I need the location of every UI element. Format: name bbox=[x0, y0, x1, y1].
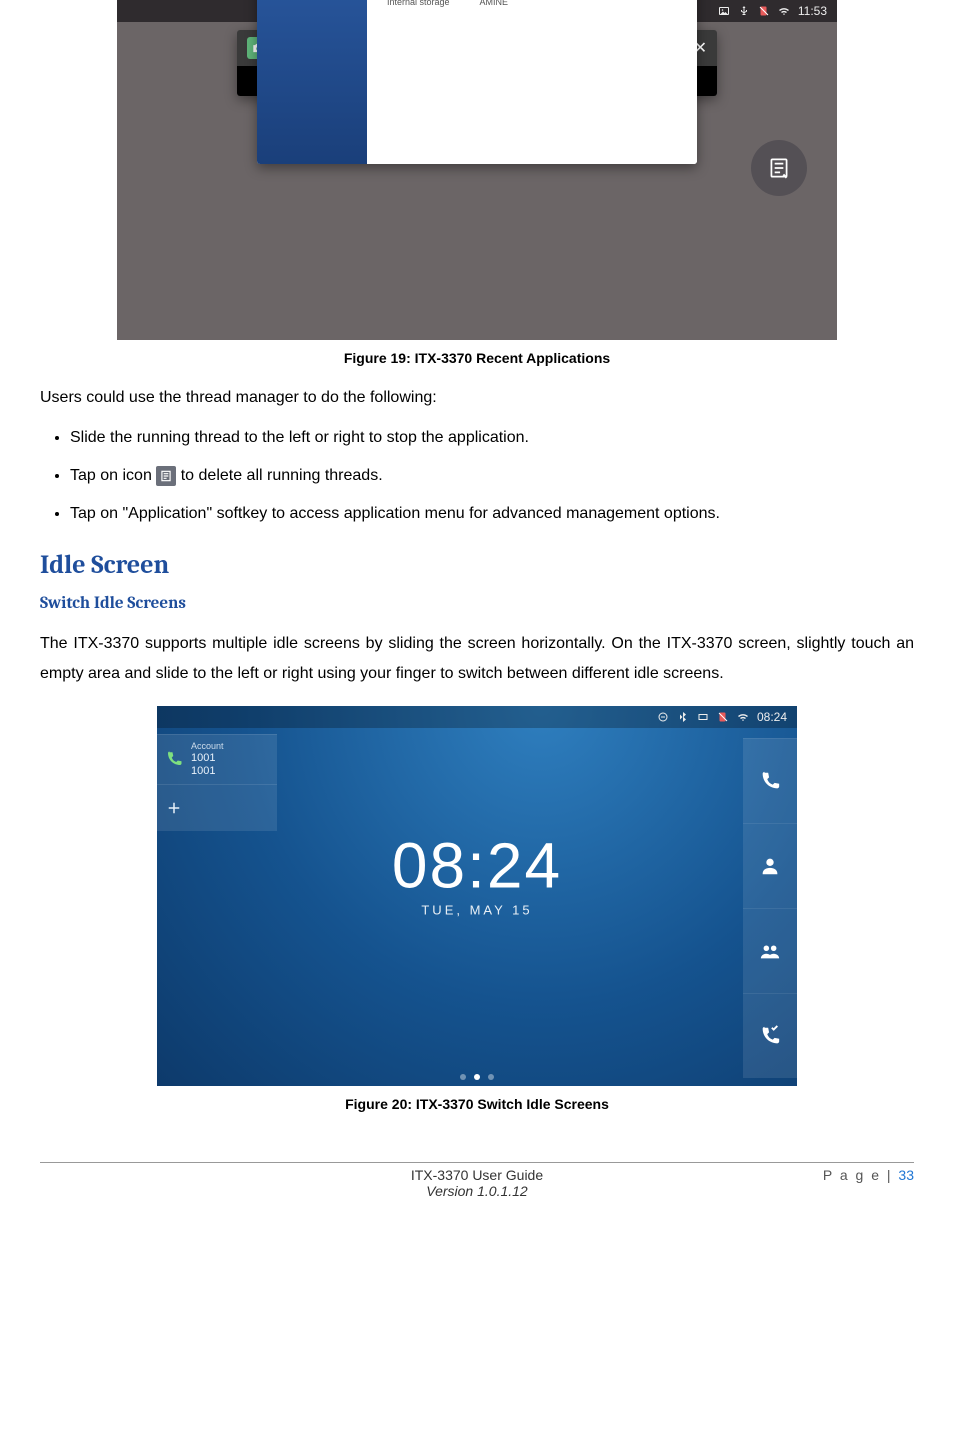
bullet-list: Slide the running thread to the left or … bbox=[40, 426, 914, 526]
bluetooth-icon bbox=[677, 711, 689, 723]
page-indicator bbox=[460, 1074, 494, 1080]
file-item[interactable]: AMINE bbox=[480, 0, 509, 7]
shortcut-voicemail[interactable] bbox=[743, 993, 797, 1078]
shortcut-dial[interactable] bbox=[743, 738, 797, 823]
status-time: 08:24 bbox=[757, 710, 787, 724]
bullet-item: Tap on icon to delete all running thread… bbox=[70, 464, 914, 488]
delete-threads-icon bbox=[156, 466, 176, 486]
wifi-icon bbox=[778, 5, 790, 17]
figure-caption: Figure 19: ITX-3370 Recent Applications bbox=[40, 350, 914, 366]
no-sim-icon bbox=[717, 711, 729, 723]
status-time: 11:53 bbox=[798, 4, 827, 18]
right-shortcut-bar bbox=[743, 738, 797, 1078]
subsection-heading: Switch Idle Screens bbox=[40, 594, 914, 613]
file-item[interactable]: Internal storage bbox=[387, 0, 450, 7]
page-number: 33 bbox=[898, 1167, 914, 1183]
paragraph: The ITX-3370 supports multiple idle scre… bbox=[40, 629, 914, 690]
clock-date: TUE, MAY 15 bbox=[392, 902, 562, 917]
phone-icon bbox=[165, 750, 183, 768]
do-not-disturb-icon bbox=[657, 711, 669, 723]
bullet-item: Tap on "Application" softkey to access a… bbox=[70, 502, 914, 526]
page-footer: ITX-3370 User Guide Version 1.0.1.12 P a… bbox=[40, 1167, 914, 1199]
account-row[interactable]: Account 1001 1001 bbox=[157, 734, 277, 784]
section-heading: Idle Screen bbox=[40, 550, 914, 580]
footer-title: ITX-3370 User Guide bbox=[160, 1167, 794, 1183]
clear-all-fab[interactable] bbox=[751, 140, 807, 196]
shortcut-conference[interactable] bbox=[743, 908, 797, 993]
figure-20-idle-screen: 08:24 Account 1001 1001 08:24 TUE, MAY 1… bbox=[157, 706, 797, 1086]
picture-icon bbox=[718, 5, 730, 17]
status-bar: 08:24 bbox=[157, 706, 797, 728]
usb-icon bbox=[738, 5, 750, 17]
intro-text: Users could use the thread manager to do… bbox=[40, 386, 914, 410]
recent-app-card-filemanager[interactable]: Audio Video File Manager ✕ Internal stor… bbox=[257, 0, 697, 164]
file-manager-sidebar: Audio Video bbox=[257, 0, 367, 164]
figure-19-recent-apps: 11:53 Camera ✕ Audio Video bbox=[117, 0, 837, 340]
clock-widget: 08:24 TUE, MAY 15 bbox=[392, 828, 562, 917]
account-panel: Account 1001 1001 bbox=[157, 734, 277, 831]
wifi-icon bbox=[737, 711, 749, 723]
no-sim-icon bbox=[758, 5, 770, 17]
page-label: P a g e | bbox=[823, 1167, 899, 1183]
ethernet-icon bbox=[697, 711, 709, 723]
footer-rule bbox=[40, 1162, 914, 1163]
bullet-item: Slide the running thread to the left or … bbox=[70, 426, 914, 450]
clock-time: 08:24 bbox=[392, 828, 562, 902]
shortcut-contacts[interactable] bbox=[743, 823, 797, 908]
add-account-button[interactable] bbox=[157, 784, 277, 831]
footer-version: Version 1.0.1.12 bbox=[160, 1183, 794, 1199]
figure-caption: Figure 20: ITX-3370 Switch Idle Screens bbox=[40, 1096, 914, 1112]
